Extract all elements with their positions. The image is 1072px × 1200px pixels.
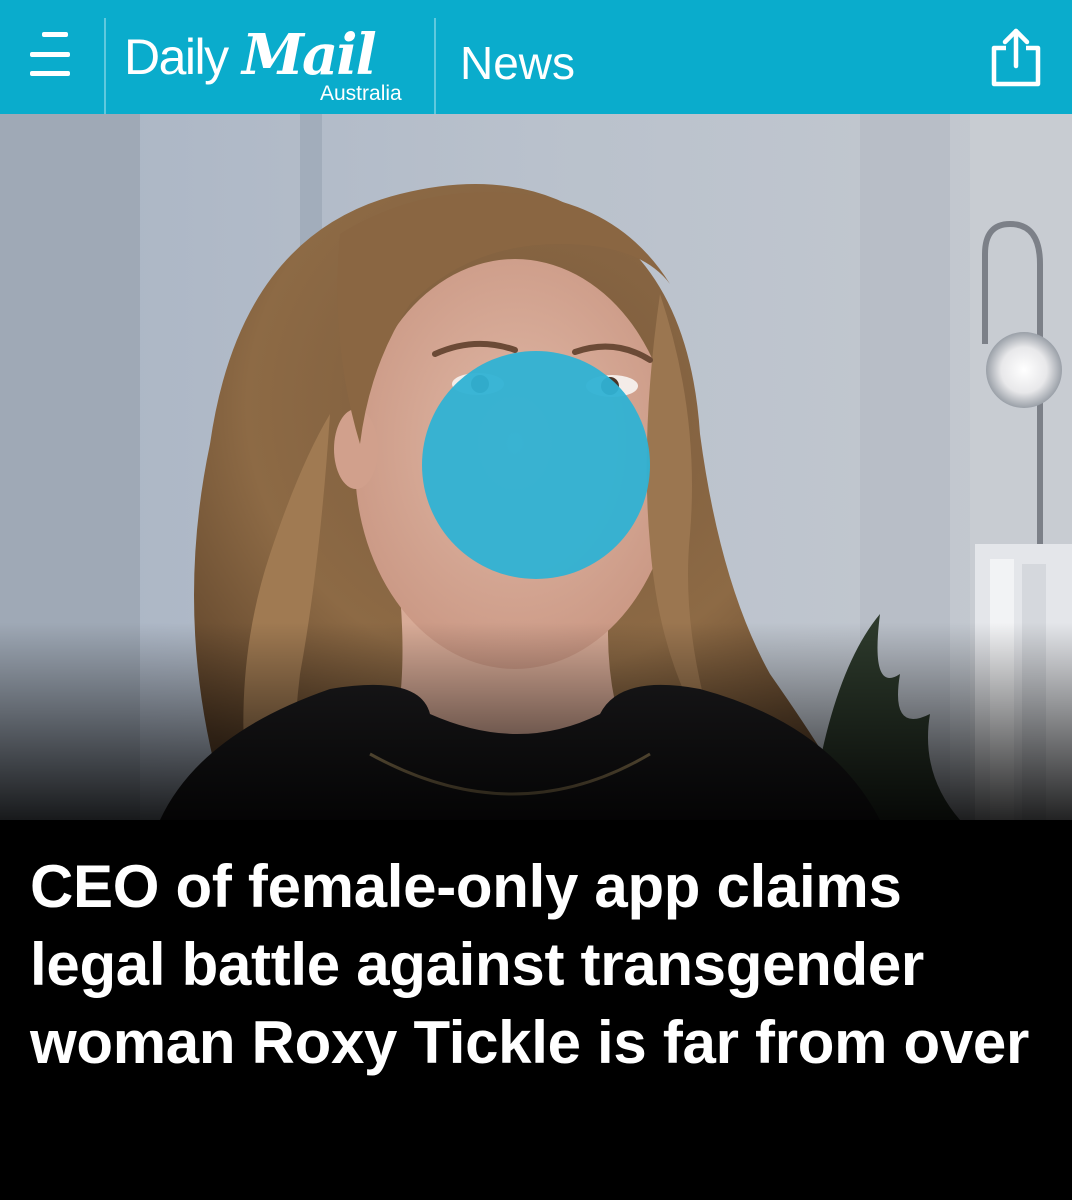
brand-daily: Daily <box>124 29 229 85</box>
app-header: Daily Mail Australia News <box>0 0 1072 114</box>
share-button[interactable] <box>986 26 1046 88</box>
section-title: News <box>460 37 576 89</box>
brand-logo[interactable]: Daily Mail Australia <box>124 22 424 106</box>
article-headline[interactable]: CEO of female-only app claims legal batt… <box>30 848 1050 1082</box>
menu-button[interactable] <box>24 26 78 86</box>
article-hero-image[interactable] <box>0 114 1072 820</box>
header-divider <box>434 18 436 114</box>
header-divider <box>104 18 106 114</box>
share-icon <box>991 28 1041 87</box>
brand-region: Australia <box>320 82 402 105</box>
headline-section: CEO of female-only app claims legal batt… <box>0 820 1072 1200</box>
hero-photo <box>0 114 1072 820</box>
brand-mail: Mail <box>242 22 377 88</box>
